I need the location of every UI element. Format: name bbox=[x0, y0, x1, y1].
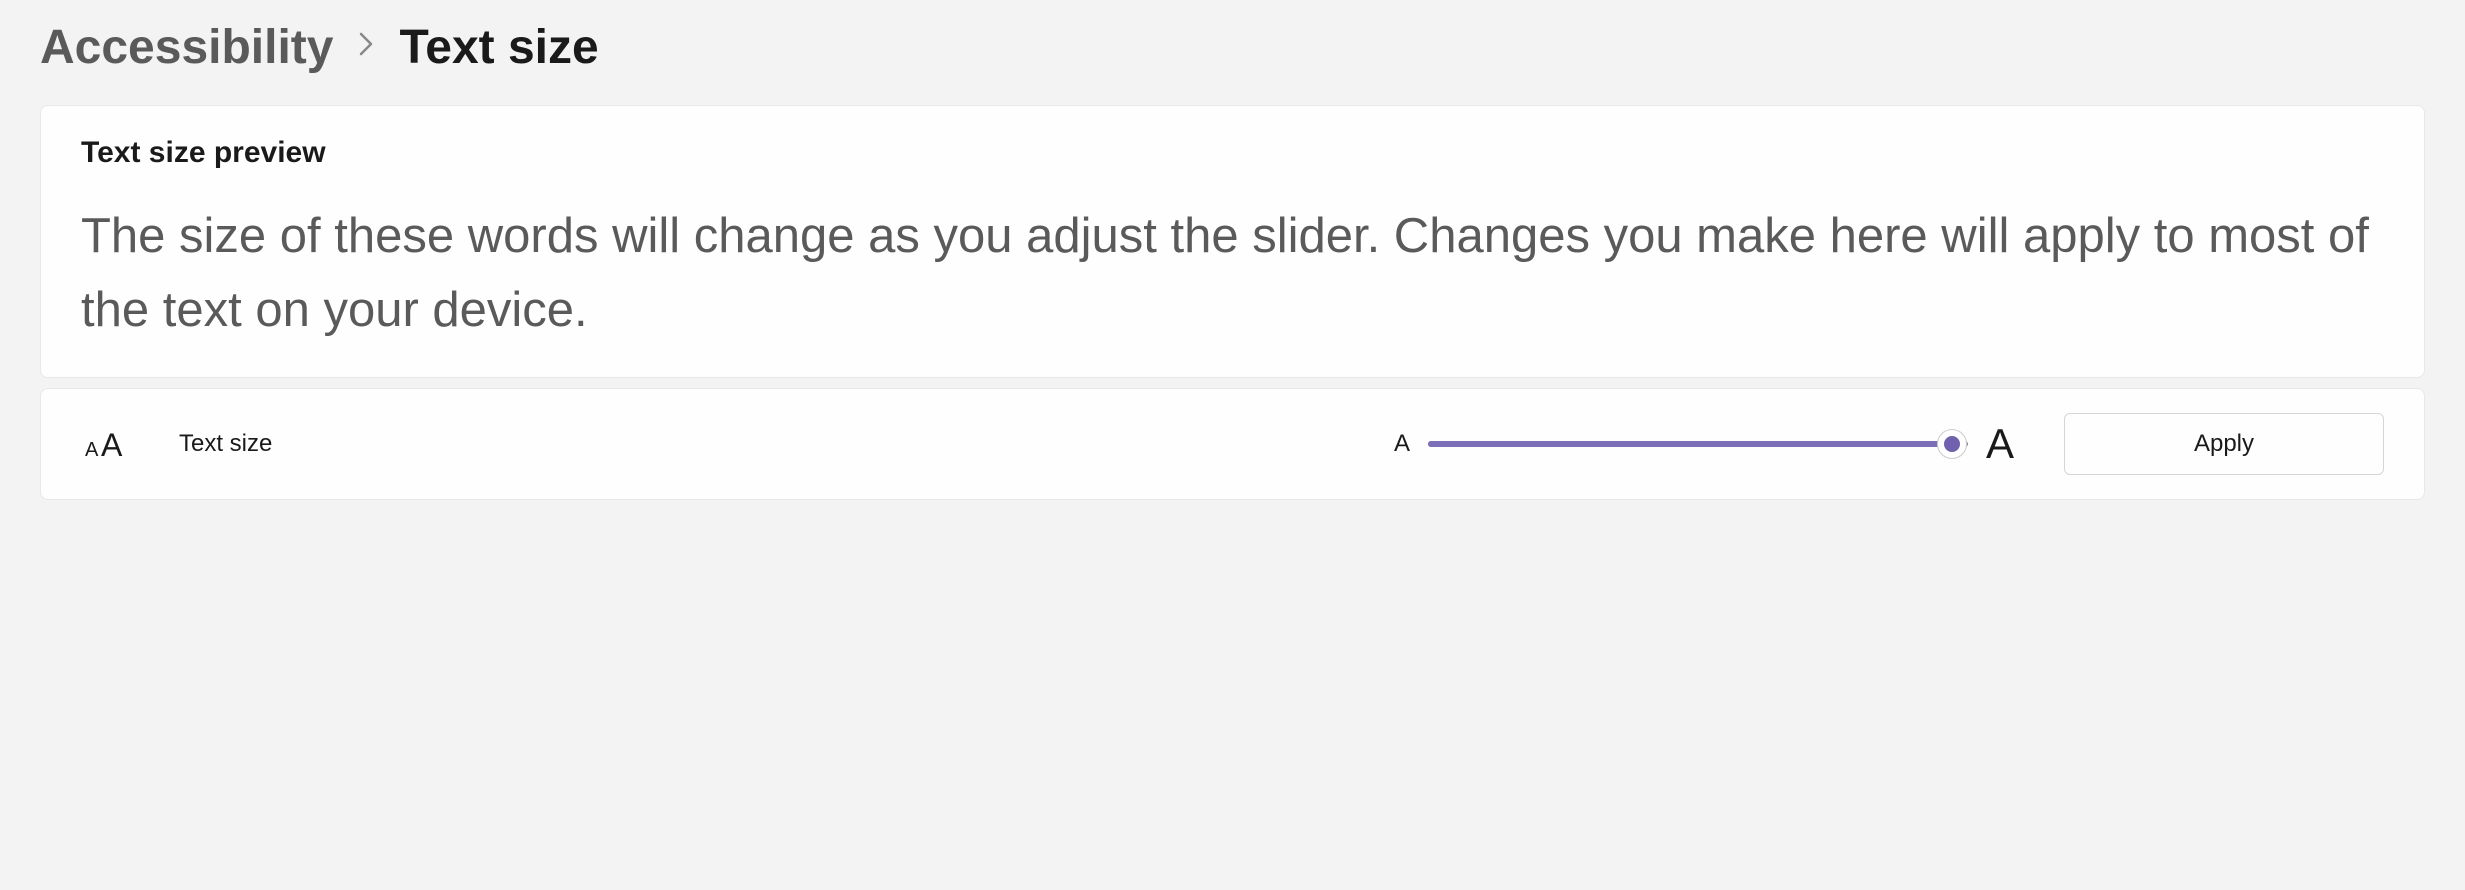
preview-text: The size of these words will change as y… bbox=[81, 200, 2384, 347]
slider-min-label: A bbox=[1394, 430, 1410, 458]
svg-text:A: A bbox=[85, 439, 99, 461]
text-size-control-card: A A Text size A A Apply bbox=[40, 388, 2425, 500]
text-size-preview-card: Text size preview The size of these word… bbox=[40, 105, 2425, 378]
breadcrumb-current: Text size bbox=[399, 20, 598, 75]
svg-text:A: A bbox=[101, 427, 123, 462]
text-size-slider[interactable] bbox=[1428, 429, 1968, 459]
apply-button[interactable]: Apply bbox=[2064, 413, 2384, 475]
slider-thumb[interactable] bbox=[1937, 429, 1967, 459]
preview-title: Text size preview bbox=[81, 136, 2384, 170]
text-size-slider-group: A A bbox=[1394, 420, 2014, 468]
text-size-icon: A A bbox=[81, 426, 129, 462]
breadcrumb: Accessibility Text size bbox=[40, 20, 2425, 75]
chevron-right-icon bbox=[357, 29, 375, 66]
slider-max-label: A bbox=[1986, 420, 2014, 468]
breadcrumb-parent-link[interactable]: Accessibility bbox=[40, 20, 333, 75]
text-size-label: Text size bbox=[179, 430, 272, 458]
